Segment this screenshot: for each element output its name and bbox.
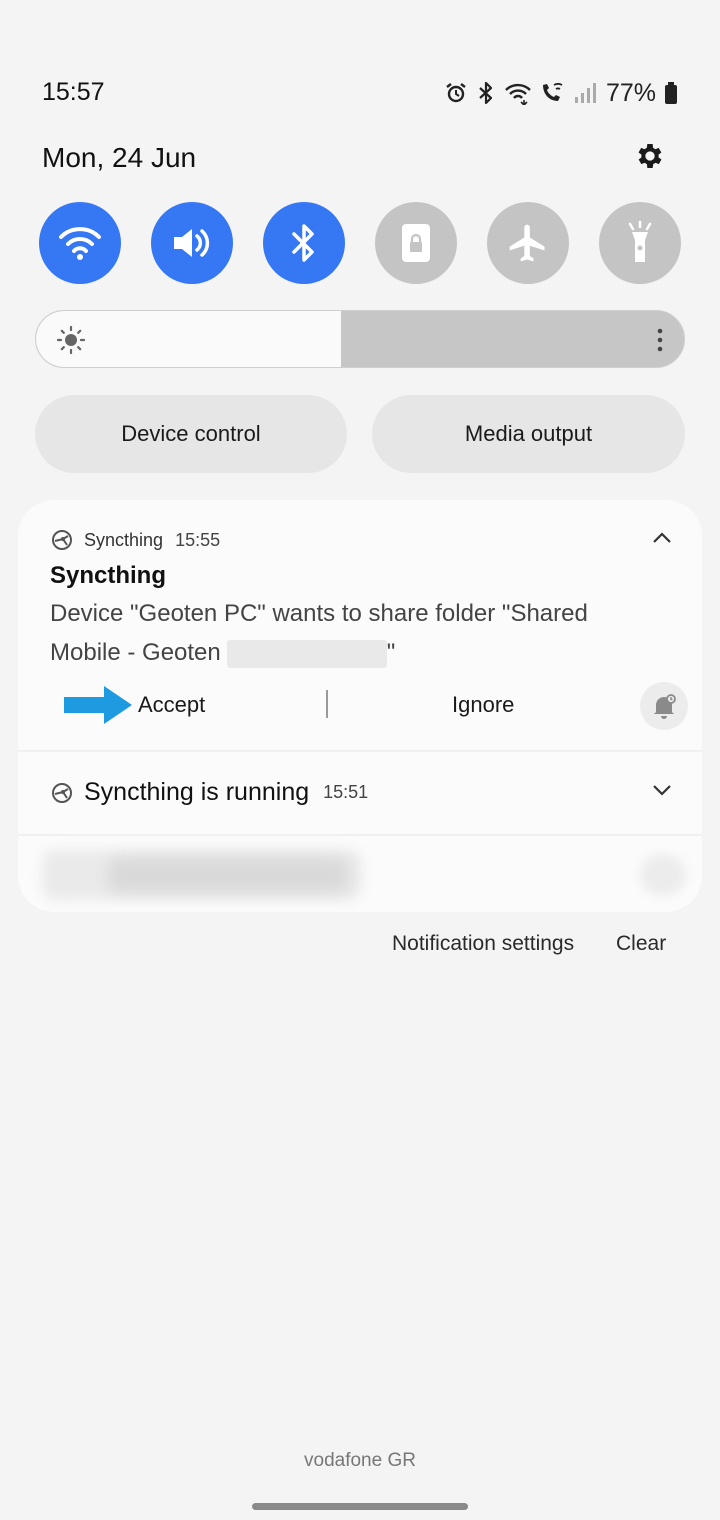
wifi-toggle[interactable] (39, 202, 121, 284)
notification-body-line-1: Device "Geoten PC" wants to share folder… (50, 600, 588, 627)
notification-app-name: Syncthing (84, 529, 164, 550)
portrait-lock-icon (402, 224, 430, 262)
notification-blurred[interactable] (18, 836, 702, 912)
notification-body-line-2: Mobile - Geoten " (50, 633, 640, 672)
navigation-handle[interactable] (252, 1503, 468, 1510)
syncthing-icon (52, 530, 72, 550)
brightness-slider[interactable] (35, 310, 685, 368)
notification-settings-button[interactable]: Notification settings (392, 932, 574, 956)
blurred-icon (640, 854, 686, 896)
notification-collapsed[interactable]: Syncthing is running 15:51 (18, 752, 702, 834)
action-divider (326, 690, 328, 718)
status-icons: 77% (444, 76, 678, 110)
notification-2-header: Syncthing is running 15:51 (50, 778, 368, 807)
carrier-label: vodafone GR (304, 1450, 416, 1471)
battery-icon (665, 82, 677, 104)
volume-icon (174, 229, 210, 257)
media-output-label: Media output (464, 421, 593, 446)
wifi-icon (59, 227, 101, 260)
rotation-lock-toggle[interactable] (375, 202, 457, 284)
sun-icon (56, 325, 86, 355)
accept-button[interactable]: Accept (138, 692, 205, 718)
clear-button[interactable]: Clear (616, 932, 666, 956)
device-control-button[interactable]: Device control (35, 395, 347, 473)
alarm-icon (446, 83, 466, 103)
device-control-label: Device control (121, 421, 261, 446)
sound-toggle[interactable] (151, 202, 233, 284)
notification-header: Syncthing 15:55 (50, 528, 220, 552)
bluetooth-icon (292, 224, 314, 262)
notification-panel: Syncthing 15:55 Syncthing Device "Geoten… (18, 500, 702, 912)
bluetooth-icon (479, 81, 493, 105)
more-options-icon[interactable] (654, 327, 666, 353)
ignore-button[interactable]: Ignore (452, 692, 514, 718)
bluetooth-toggle[interactable] (263, 202, 345, 284)
notification-2-time: 15:51 (323, 782, 369, 802)
chevron-up-icon[interactable] (650, 526, 674, 550)
status-bar: 15:57 77% (42, 76, 678, 110)
blurred-content (108, 858, 348, 892)
notification-body-line-2-prefix: Mobile - Geoten (50, 639, 221, 666)
airplane-mode-toggle[interactable] (487, 202, 569, 284)
notification-time: 15:55 (175, 529, 221, 550)
airplane-icon (509, 224, 545, 262)
flashlight-icon (628, 220, 652, 262)
syncthing-icon (52, 782, 72, 803)
quick-settings-row (39, 202, 681, 284)
battery-percent: 77% (605, 78, 656, 107)
wifi-icon (505, 83, 531, 105)
clock: 15:57 (42, 78, 105, 106)
gear-icon[interactable] (634, 140, 666, 172)
media-output-button[interactable]: Media output (372, 395, 685, 473)
arrow-right-icon (64, 686, 132, 724)
flashlight-toggle[interactable] (599, 202, 681, 284)
bell-snooze-icon (654, 694, 676, 719)
notification-title: Syncthing (50, 562, 167, 589)
notification-2-title: Syncthing is running (84, 778, 310, 806)
chevron-down-icon[interactable] (650, 778, 674, 802)
notification-body: Device "Geoten PC" wants to share folder… (50, 594, 640, 672)
snooze-button[interactable] (640, 682, 688, 730)
wifi-calling-icon (542, 83, 563, 101)
redacted-block (226, 639, 387, 668)
notification-actions: Accept Ignore (18, 678, 702, 734)
notification-body-line-2-suffix: " (386, 639, 396, 666)
signal-icon (574, 83, 596, 103)
date-label: Mon, 24 Jun (42, 142, 197, 173)
